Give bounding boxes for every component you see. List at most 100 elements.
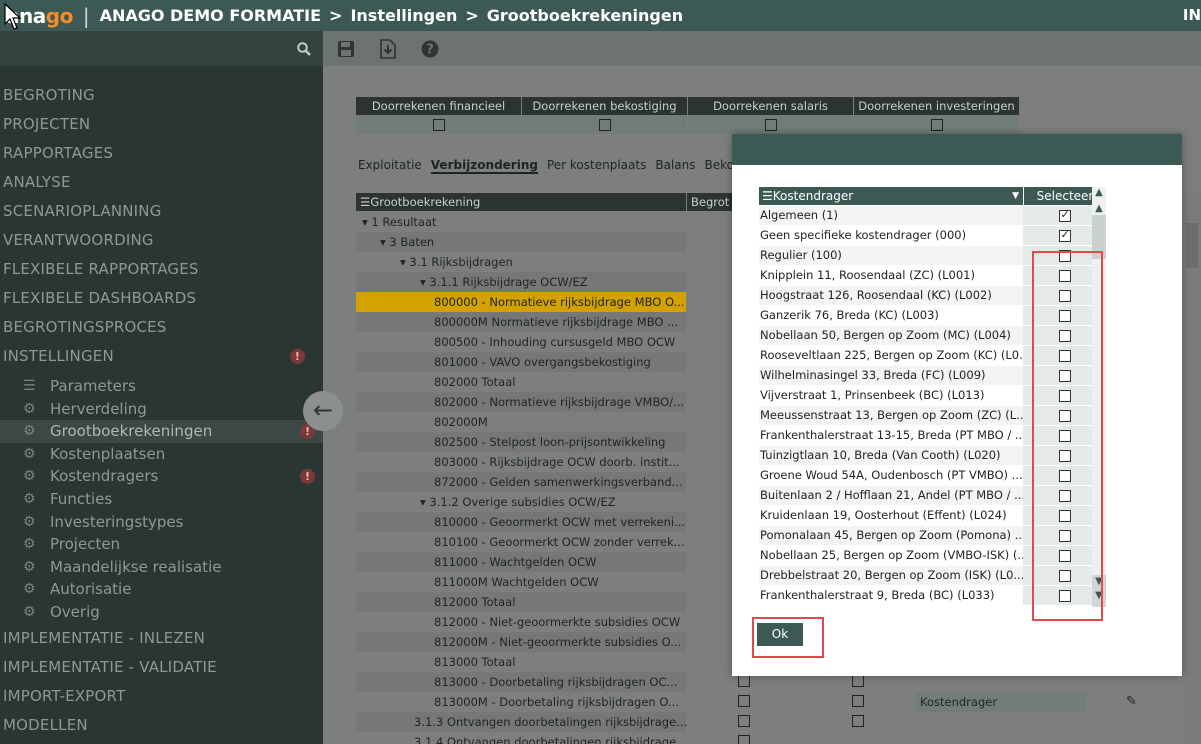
annotation-highlight-ok — [752, 617, 824, 658]
tree-row-label: 800000 - Normatieve rijksbijdrage MBO O.… — [356, 292, 686, 312]
dialog-grid-header: ☰Kostendrager ▼ Selecteer — [759, 187, 1106, 205]
sub-item-maandelijkse-realisatie[interactable]: ⚙ Maandelijkse realisatie — [0, 556, 323, 579]
row-checkbox[interactable] — [738, 695, 750, 707]
tree-row-label: ▾ 3 Baten — [356, 232, 686, 252]
tree-row-label: ▾ 1 Resultaat — [362, 215, 437, 229]
row-checkbox[interactable] — [852, 675, 864, 687]
row-checkbox[interactable] — [738, 715, 750, 727]
tree-row[interactable]: 3.1.3 Ontvangen doorbetalingen rijksbijd… — [356, 712, 1201, 732]
selecteer-checkbox[interactable] — [1058, 208, 1071, 222]
menu-item-analyse[interactable]: ANALYSE — [0, 168, 323, 197]
menu-item-modellen[interactable]: MODELLEN — [0, 711, 323, 740]
gear-icon: ⚙ — [23, 445, 36, 462]
search-icon[interactable] — [297, 41, 311, 56]
tree-row-label: 813000M - Doorbetaling rijksbijdragen O.… — [434, 695, 679, 709]
grid-header-grootboekrekening[interactable]: ☰Grootboekrekening — [356, 193, 686, 211]
sub-item-investeringstypes[interactable]: ⚙ Investeringstypes — [0, 511, 323, 534]
sub-item-autorisatie[interactable]: ⚙ Autorisatie — [0, 578, 323, 601]
save-icon[interactable] — [335, 38, 357, 60]
sidebar-menu: BEGROTING PROJECTEN RAPPORTAGES ANALYSE … — [0, 66, 323, 740]
sub-item-herverdeling[interactable]: ⚙ Herverdeling — [0, 398, 323, 421]
menu-item-implementatie-inlezen[interactable]: IMPLEMENTATIE - INLEZEN — [0, 624, 323, 653]
checkbox-doorrekenen-salaris[interactable] — [764, 118, 777, 131]
pencil-icon[interactable]: ✎ — [1126, 692, 1137, 712]
menu-item-flexibele-rapportages[interactable]: FLEXIBELE RAPPORTAGES — [0, 255, 323, 284]
kostendrager-name: Vijverstraat 1, Prinsenbeek (BC) (L013) — [760, 388, 985, 402]
sub-item-functies[interactable]: ⚙ Functies — [0, 488, 323, 511]
col-header-kostendrager[interactable]: ☰Kostendrager ▼ — [759, 187, 1023, 205]
row-verbijzondering-select[interactable]: Kostendrager — [916, 692, 1086, 712]
tab-balans[interactable]: Balans — [655, 158, 695, 174]
tree-row-label: ▾ 3.1 Rijksbijdragen — [400, 255, 513, 269]
main-scrollbar[interactable] — [1183, 193, 1201, 744]
help-icon[interactable]: ? — [419, 38, 441, 60]
breadcrumb-organisation[interactable]: ANAGO DEMO FORMATIE — [100, 6, 321, 25]
caret-down-icon[interactable]: ▼ — [1012, 187, 1019, 205]
user-menu[interactable]: IN — [1183, 6, 1201, 24]
row-checkbox[interactable] — [852, 715, 864, 727]
menu-item-flexibele-dashboards[interactable]: FLEXIBELE DASHBOARDS — [0, 284, 323, 313]
calc-cell — [522, 115, 688, 134]
kostendrager-name: Knipplein 11, Roosendaal (ZC) (L001) — [760, 268, 975, 282]
gear-icon: ⚙ — [23, 558, 36, 575]
sub-item-kostenplaatsen[interactable]: ⚙ Kostenplaatsen — [0, 443, 323, 466]
kostendrager-name: Geen specifieke kostendrager (000) — [760, 228, 967, 242]
tree-row-label: 802000 Totaal — [434, 375, 516, 389]
gear-icon: ⚙ — [23, 581, 36, 598]
tab-verbijzondering[interactable]: Verbijzondering — [430, 158, 538, 174]
view-tabs: Exploitatie Verbijzondering Per kostenpl… — [358, 158, 759, 174]
breadcrumb-instellingen[interactable]: Instellingen — [350, 6, 457, 25]
logo-divider: | — [82, 3, 90, 28]
grid-header-begroting[interactable]: Begrot — [687, 193, 737, 211]
kostendrager-row[interactable]: Algemeen (1) — [759, 206, 1106, 226]
menu-item-rapportages[interactable]: RAPPORTAGES — [0, 139, 323, 168]
tree-row[interactable]: 813000M - Doorbetaling rijksbijdragen O.… — [356, 692, 1201, 712]
checkbox-doorrekenen-financieel[interactable] — [432, 118, 445, 131]
scroll-top-icon[interactable]: ▲ — [1092, 187, 1106, 201]
menu-item-projecten[interactable]: PROJECTEN — [0, 110, 323, 139]
tab-exploitatie[interactable]: Exploitatie — [358, 158, 422, 174]
sliders-icon: ☰ — [23, 378, 36, 394]
row-checkbox[interactable] — [738, 675, 750, 687]
tab-per-kostenplaats[interactable]: Per kostenplaats — [547, 158, 646, 174]
menu-item-implementatie-validatie[interactable]: IMPLEMENTATIE - VALIDATIE — [0, 653, 323, 682]
calc-cell — [854, 115, 1020, 134]
kostendrager-name: Tuinzigtlaan 10, Breda (Van Cooth) (L020… — [759, 446, 1023, 465]
sub-item-parameters[interactable]: ☰ Parameters — [0, 375, 323, 398]
gear-icon: ⚙ — [23, 423, 36, 440]
kostendrager-name: Ganzerik 76, Breda (KC) (L003) — [760, 308, 939, 322]
menu-item-scenarioplanning[interactable]: SCENARIOPLANNING — [0, 197, 323, 226]
sub-item-overig[interactable]: ⚙ Overig — [0, 601, 323, 624]
tree-row-label: 800000M Normatieve rijksbijdrage MBO ... — [356, 312, 686, 332]
selecteer-checkbox[interactable] — [1058, 228, 1071, 242]
checkbox-doorrekenen-investeringen[interactable] — [930, 118, 943, 131]
menu-item-begroting[interactable]: BEGROTING — [0, 81, 323, 110]
menu-item-verantwoording[interactable]: VERANTWOORDING — [0, 226, 323, 255]
sub-item-grootboekrekeningen[interactable]: ⚙ Grootboekrekeningen ! — [0, 420, 323, 443]
tree-row-label: 812000M - Niet-geoormerkte subsidies O..… — [356, 632, 686, 652]
calc-cell — [688, 115, 854, 134]
checkbox-doorrekenen-bekostiging[interactable] — [598, 118, 611, 131]
kostendrager-name: Groene Woud 54A, Oudenbosch (PT VMBO) ..… — [760, 468, 1023, 482]
tree-row[interactable]: 3.1.4 Ontvangen doorbetalingen rijksbijd… — [356, 732, 1201, 744]
download-icon[interactable] — [377, 38, 399, 60]
menu-item-begrotingsproces[interactable]: BEGROTINGSPROCES — [0, 313, 323, 342]
tree-row-label: 810100 - Geoormerkt OCW zonder verrek... — [434, 535, 685, 549]
kostendrager-row[interactable]: Geen specifieke kostendrager (000) — [759, 226, 1106, 246]
scroll-thumb[interactable] — [1186, 223, 1198, 268]
menu-item-instellingen[interactable]: INSTELLINGEN ! — [0, 342, 323, 371]
collapse-sidebar-button[interactable]: ← — [303, 391, 343, 431]
menu-item-import-export[interactable]: IMPORT-EXPORT — [0, 682, 323, 711]
row-checkbox[interactable] — [738, 735, 750, 744]
gear-icon: ⚙ — [23, 468, 36, 485]
sub-item-projecten[interactable]: ⚙ Projecten — [0, 533, 323, 556]
row-checkbox[interactable] — [852, 695, 864, 707]
toolbar: ? — [323, 31, 1201, 66]
sub-item-kostendragers[interactable]: ⚙ Kostendragers ! — [0, 465, 323, 488]
tree-row-label: 3.1.4 Ontvangen doorbetalingen rijksbijd… — [414, 735, 686, 744]
kostendrager-name: Drebbelstraat 20, Bergen op Zoom (ISK) (… — [759, 566, 1023, 585]
kostendrager-name: Regulier (100) — [759, 246, 1023, 265]
annotation-highlight-selecteer — [1032, 251, 1103, 621]
dialog-title-bar — [732, 134, 1182, 165]
scroll-up-icon[interactable]: ▲ — [1092, 203, 1106, 215]
